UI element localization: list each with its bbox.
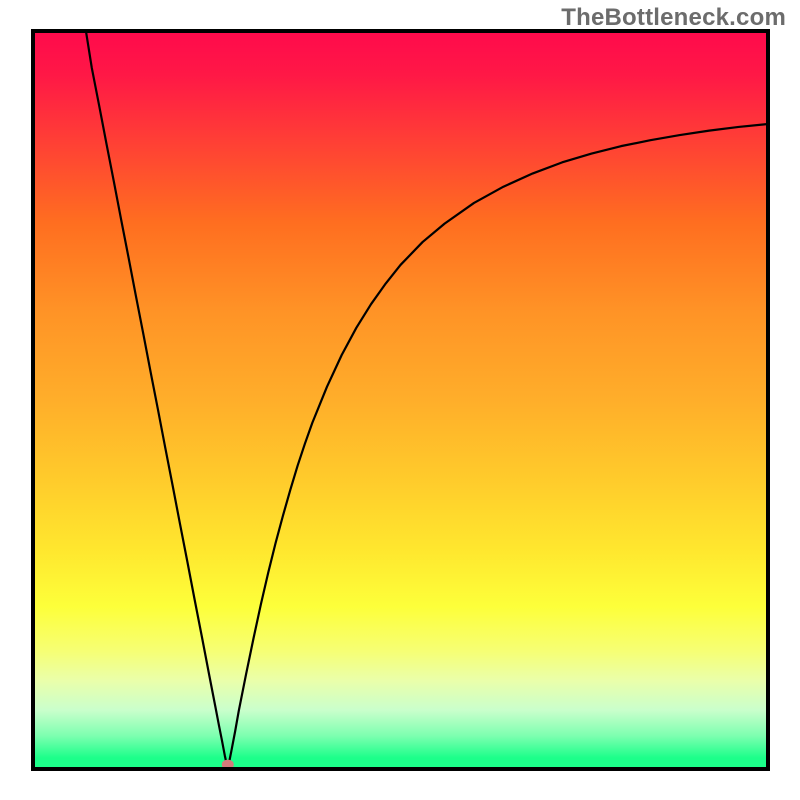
chart-stage: TheBottleneck.com — [0, 0, 800, 800]
plot-background — [33, 31, 768, 769]
watermark: TheBottleneck.com — [561, 4, 786, 32]
chart-svg — [0, 0, 800, 800]
